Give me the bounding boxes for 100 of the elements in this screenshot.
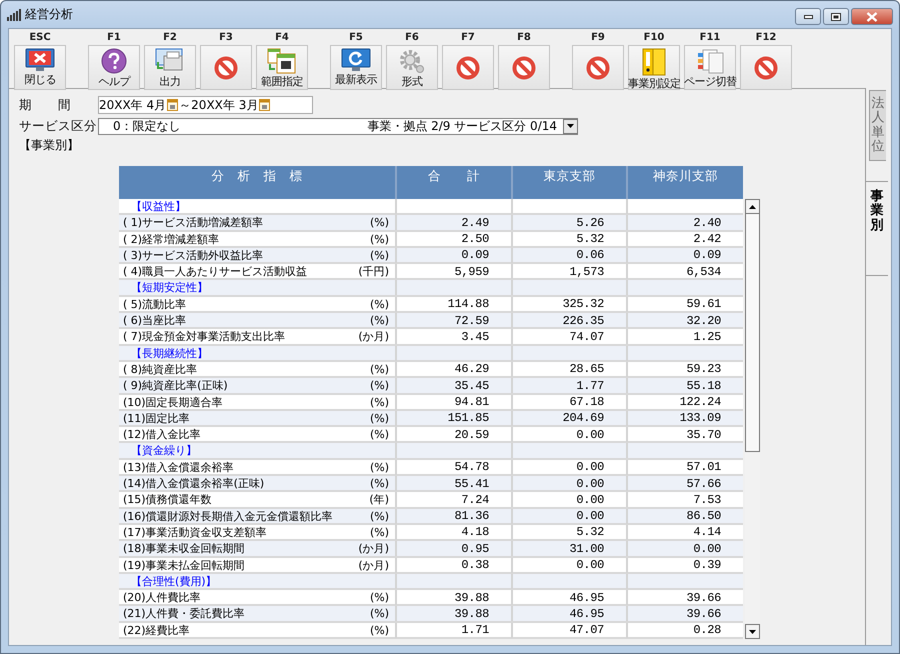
unit-label: (%) <box>370 248 389 262</box>
side-tab[interactable]: 法人単位 <box>869 90 886 162</box>
function-key-label: F7 <box>461 32 475 44</box>
table-cell-text: 35.45 <box>454 378 490 393</box>
toolbar-button[interactable]: ページ切替 <box>684 45 736 90</box>
table-cell-text: 4.14 <box>693 525 722 540</box>
unit-label: (%) <box>370 298 389 311</box>
function-key-label: F5 <box>349 32 363 44</box>
metric-name: ( 8)純資産比率 <box>123 362 198 377</box>
metric-name: ( 4)職員一人あたりサービス活動収益 <box>123 264 308 280</box>
scrollbar-thumb[interactable] <box>745 214 760 452</box>
unit-label: (%) <box>370 314 389 328</box>
table-cell-text: 39.66 <box>686 606 722 621</box>
table-cell-text: 2.49 <box>461 216 490 230</box>
pages-icon <box>695 48 725 74</box>
function-key-label: F4 <box>275 32 289 44</box>
metric-name: (21)人件費・委託費比率 <box>123 606 245 622</box>
table-cell-text: 0.00 <box>576 428 605 442</box>
metric-name: ( 3)サービス活動外収益比率 <box>123 248 264 263</box>
scroll-down-button[interactable] <box>745 624 760 640</box>
toolbar-button[interactable]: 範囲指定 <box>256 45 308 90</box>
toolbar-button[interactable]: 形式 <box>386 45 438 90</box>
toolbar-button[interactable] <box>740 45 792 90</box>
period-label: 期 間 <box>19 96 72 114</box>
toolbar-button[interactable]: 出力 <box>144 45 196 90</box>
minimize-icon <box>804 14 812 18</box>
minimize-button[interactable] <box>795 8 821 25</box>
table-cell-text: 4.18 <box>461 525 490 540</box>
metric-name: (18)事業未収金回転期間 <box>123 541 245 556</box>
unit-label: (%) <box>370 232 389 246</box>
table-cell-text: 67.18 <box>569 395 605 410</box>
table-cell-text: 57.66 <box>686 476 722 491</box>
toolbar-button[interactable]: ヘルプ <box>88 45 140 90</box>
table-cell-text: 31.00 <box>569 542 605 556</box>
close-button[interactable] <box>851 8 893 25</box>
table-cell-text: 59.23 <box>686 362 722 376</box>
function-key-label: F12 <box>756 32 776 44</box>
calendar-icon[interactable] <box>259 99 270 111</box>
table-cell-text: 46.95 <box>569 606 605 621</box>
table-cell-text: 0.38 <box>461 558 490 572</box>
unit-label: (%) <box>370 396 389 409</box>
metric-name: ( 1)サービス活動増減差額率 <box>123 215 264 230</box>
toolbar-button[interactable]: 事業別設定 <box>628 45 680 90</box>
calendar-icon <box>267 48 297 74</box>
table-cell-text: 72.59 <box>454 314 490 328</box>
binder-icon <box>642 48 666 76</box>
caret-icon <box>749 630 756 634</box>
calendar-icon[interactable] <box>167 99 178 111</box>
unit-label: (%) <box>370 428 389 442</box>
unit-label: (%) <box>370 362 389 376</box>
table-cell-text: 122.24 <box>680 395 722 410</box>
service-value[interactable]: 0：限定なし <box>113 118 181 134</box>
prohibited-icon <box>214 56 238 80</box>
close-monitor-icon <box>25 48 55 72</box>
table-cell-text: 0.09 <box>461 248 490 262</box>
column-header: 神奈川支部 <box>652 167 719 185</box>
metric-name: (20)人件費比率 <box>123 590 201 606</box>
table-cell-text: 57.01 <box>686 460 722 474</box>
gear-icon <box>398 48 426 74</box>
metric-name: (11)固定比率 <box>123 410 190 426</box>
function-key-label: F9 <box>591 32 605 44</box>
metric-name: (16)償還財源対長期借入金元金償還額比率 <box>123 508 333 524</box>
close-icon <box>866 12 878 22</box>
table-cell-text: 1.25 <box>693 330 722 344</box>
unit-label: (%) <box>370 510 389 523</box>
app-chart-icon <box>7 8 21 21</box>
table-cell-text: 2.42 <box>693 232 722 246</box>
table-cell-text: 1.77 <box>576 378 605 393</box>
metric-name: (12)借入金比率 <box>123 427 201 442</box>
table-cell-text: 32.20 <box>686 314 722 328</box>
toolbar-button[interactable] <box>200 45 252 90</box>
maximize-button[interactable] <box>823 8 849 25</box>
service-label: サービス区分 <box>19 118 98 134</box>
caret-up-icon <box>749 204 756 208</box>
period-field[interactable]: 20XX年 4月 ～20XX年 3月 <box>98 96 313 114</box>
toolbar-button[interactable] <box>442 45 494 90</box>
toolbar-button[interactable] <box>498 45 550 90</box>
side-tab[interactable]: 事業別 <box>865 181 888 276</box>
unit-label: (%) <box>370 526 389 539</box>
toolbar-button[interactable]: 最新表示 <box>330 45 382 90</box>
table-cell-text: 0.00 <box>576 492 605 507</box>
metric-name: (17)事業活動資金収支差額率 <box>123 524 267 540</box>
metric-name: (19)事業未払金回転期間 <box>123 558 245 573</box>
toolbar-button[interactable] <box>572 45 624 90</box>
toolbar-button[interactable]: 閉じる <box>14 45 66 90</box>
unit-label: (%) <box>370 607 389 620</box>
unit-label: (%) <box>370 591 389 604</box>
section-label: 【事業別】 <box>19 137 80 154</box>
table-cell-text: 325.32 <box>562 297 605 312</box>
table-cell-text: 0.09 <box>693 248 722 262</box>
table-cell-text: 0.28 <box>693 623 722 638</box>
dropdown-button[interactable] <box>563 118 578 134</box>
caret-icon <box>567 124 574 128</box>
function-key-label: F3 <box>219 32 233 44</box>
function-key-label: F1 <box>107 32 121 44</box>
table-cell-text: 5.32 <box>576 232 605 246</box>
function-key-label: F8 <box>517 32 531 44</box>
table-cell-text: 28.65 <box>569 362 605 376</box>
table-cell-text: 0.00 <box>576 558 605 572</box>
scroll-up-button[interactable] <box>745 199 760 214</box>
